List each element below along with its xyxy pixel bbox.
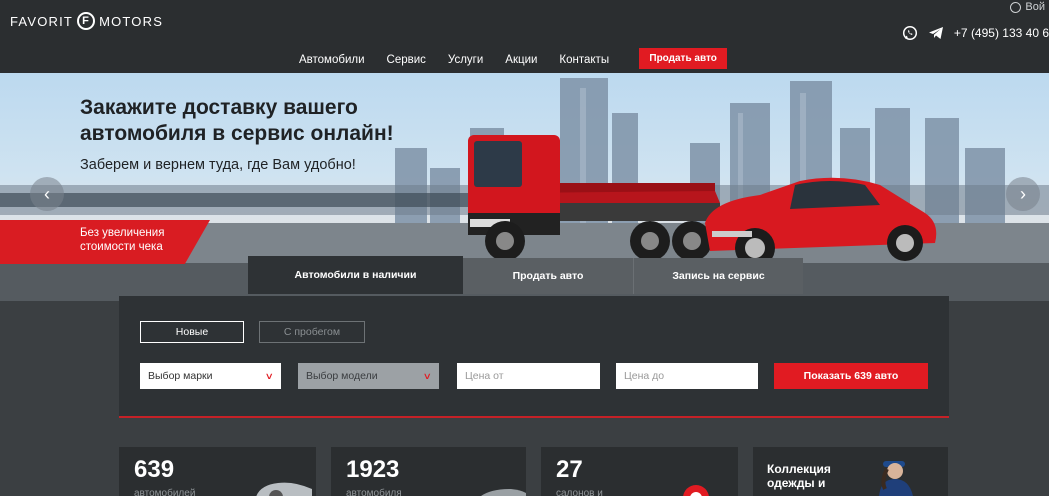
telegram-icon[interactable]: [928, 26, 944, 40]
filter-new-button[interactable]: Новые: [140, 321, 244, 343]
phone-number[interactable]: +7 (495) 133 40 6: [954, 26, 1049, 40]
map-pin-icon: [683, 485, 709, 496]
logo[interactable]: FAVORIT F MOTORS: [10, 12, 163, 30]
nav-services[interactable]: Услуги: [448, 54, 483, 66]
carousel-next-button[interactable]: ›: [1006, 177, 1040, 211]
tab-service-booking[interactable]: Запись на сервис: [633, 258, 803, 294]
brand-select-label: Выбор марки: [148, 370, 213, 382]
logo-text-left: FAVORIT: [10, 13, 74, 29]
chevron-right-icon: ›: [1020, 183, 1026, 204]
stat-caption: автомобилей: [134, 488, 196, 496]
contacts: +7 (495) 133 40 6: [902, 25, 1049, 41]
model-select[interactable]: Выбор модели ∨: [298, 363, 439, 389]
person-image: [879, 461, 913, 496]
price-to-input[interactable]: Цена до: [616, 363, 758, 389]
show-cars-button[interactable]: Показать 639 авто: [774, 363, 928, 389]
car-image: [256, 482, 312, 496]
chevron-down-icon: ∨: [265, 370, 275, 381]
login-link[interactable]: Вой: [1010, 1, 1045, 13]
carousel-prev-button[interactable]: ‹: [30, 177, 64, 211]
stat-caption: автомобиля: [346, 488, 402, 496]
tab-sell-car[interactable]: Продать авто: [463, 258, 633, 294]
stat-card-salons[interactable]: 27 салонов и: [541, 447, 738, 496]
nav-contacts[interactable]: Контакты: [559, 54, 609, 66]
nav-promotions[interactable]: Акции: [505, 54, 537, 66]
whatsapp-icon[interactable]: [902, 25, 918, 41]
hero-subtitle: Заберем и вернем туда, где Вам удобно!: [80, 157, 356, 173]
search-tabs: Автомобили в наличии Продать авто Запись…: [248, 256, 803, 294]
sell-car-button[interactable]: Продать авто: [639, 48, 728, 69]
stat-card-sold[interactable]: 1923 автомобиля: [331, 447, 526, 496]
hero-title: Закажите доставку вашего автомобиля в се…: [80, 96, 394, 145]
main-nav: Автомобили Сервис Услуги Акции Контакты …: [299, 48, 728, 69]
brand-select[interactable]: Выбор марки ∨: [140, 363, 281, 389]
stat-number: 27: [556, 456, 583, 483]
search-panel: Новые С пробегом Выбор марки ∨ Выбор мод…: [119, 296, 949, 418]
chevron-down-icon: ∨: [423, 370, 433, 381]
nav-cars[interactable]: Автомобили: [299, 54, 365, 66]
logo-text-right: MOTORS: [99, 13, 164, 29]
car-image: [481, 489, 526, 496]
merch-card[interactable]: Коллекция одежды и: [753, 447, 948, 496]
chevron-left-icon: ‹: [44, 183, 50, 204]
stat-caption: салонов и: [556, 488, 603, 496]
tab-cars-in-stock[interactable]: Автомобили в наличии: [248, 256, 463, 294]
promo-ribbon: Без увеличения стоимости чека: [0, 220, 210, 264]
stat-card-cars[interactable]: 639 автомобилей: [119, 447, 316, 496]
price-from-input[interactable]: Цена от: [457, 363, 600, 389]
merch-title: Коллекция одежды и: [767, 462, 831, 490]
login-label: Вой: [1025, 1, 1045, 13]
filter-used-button[interactable]: С пробегом: [259, 321, 365, 343]
user-icon: [1010, 1, 1022, 13]
stat-number: 1923: [346, 456, 400, 483]
model-select-label: Выбор модели: [306, 370, 378, 382]
nav-service[interactable]: Сервис: [387, 54, 426, 66]
site-header: FAVORIT F MOTORS Вой +7 (495) 133 40 6 А…: [0, 0, 1049, 73]
logo-badge: F: [77, 12, 96, 30]
promo-text: Без увеличения стоимости чека: [80, 227, 165, 253]
stat-number: 639: [134, 456, 175, 483]
